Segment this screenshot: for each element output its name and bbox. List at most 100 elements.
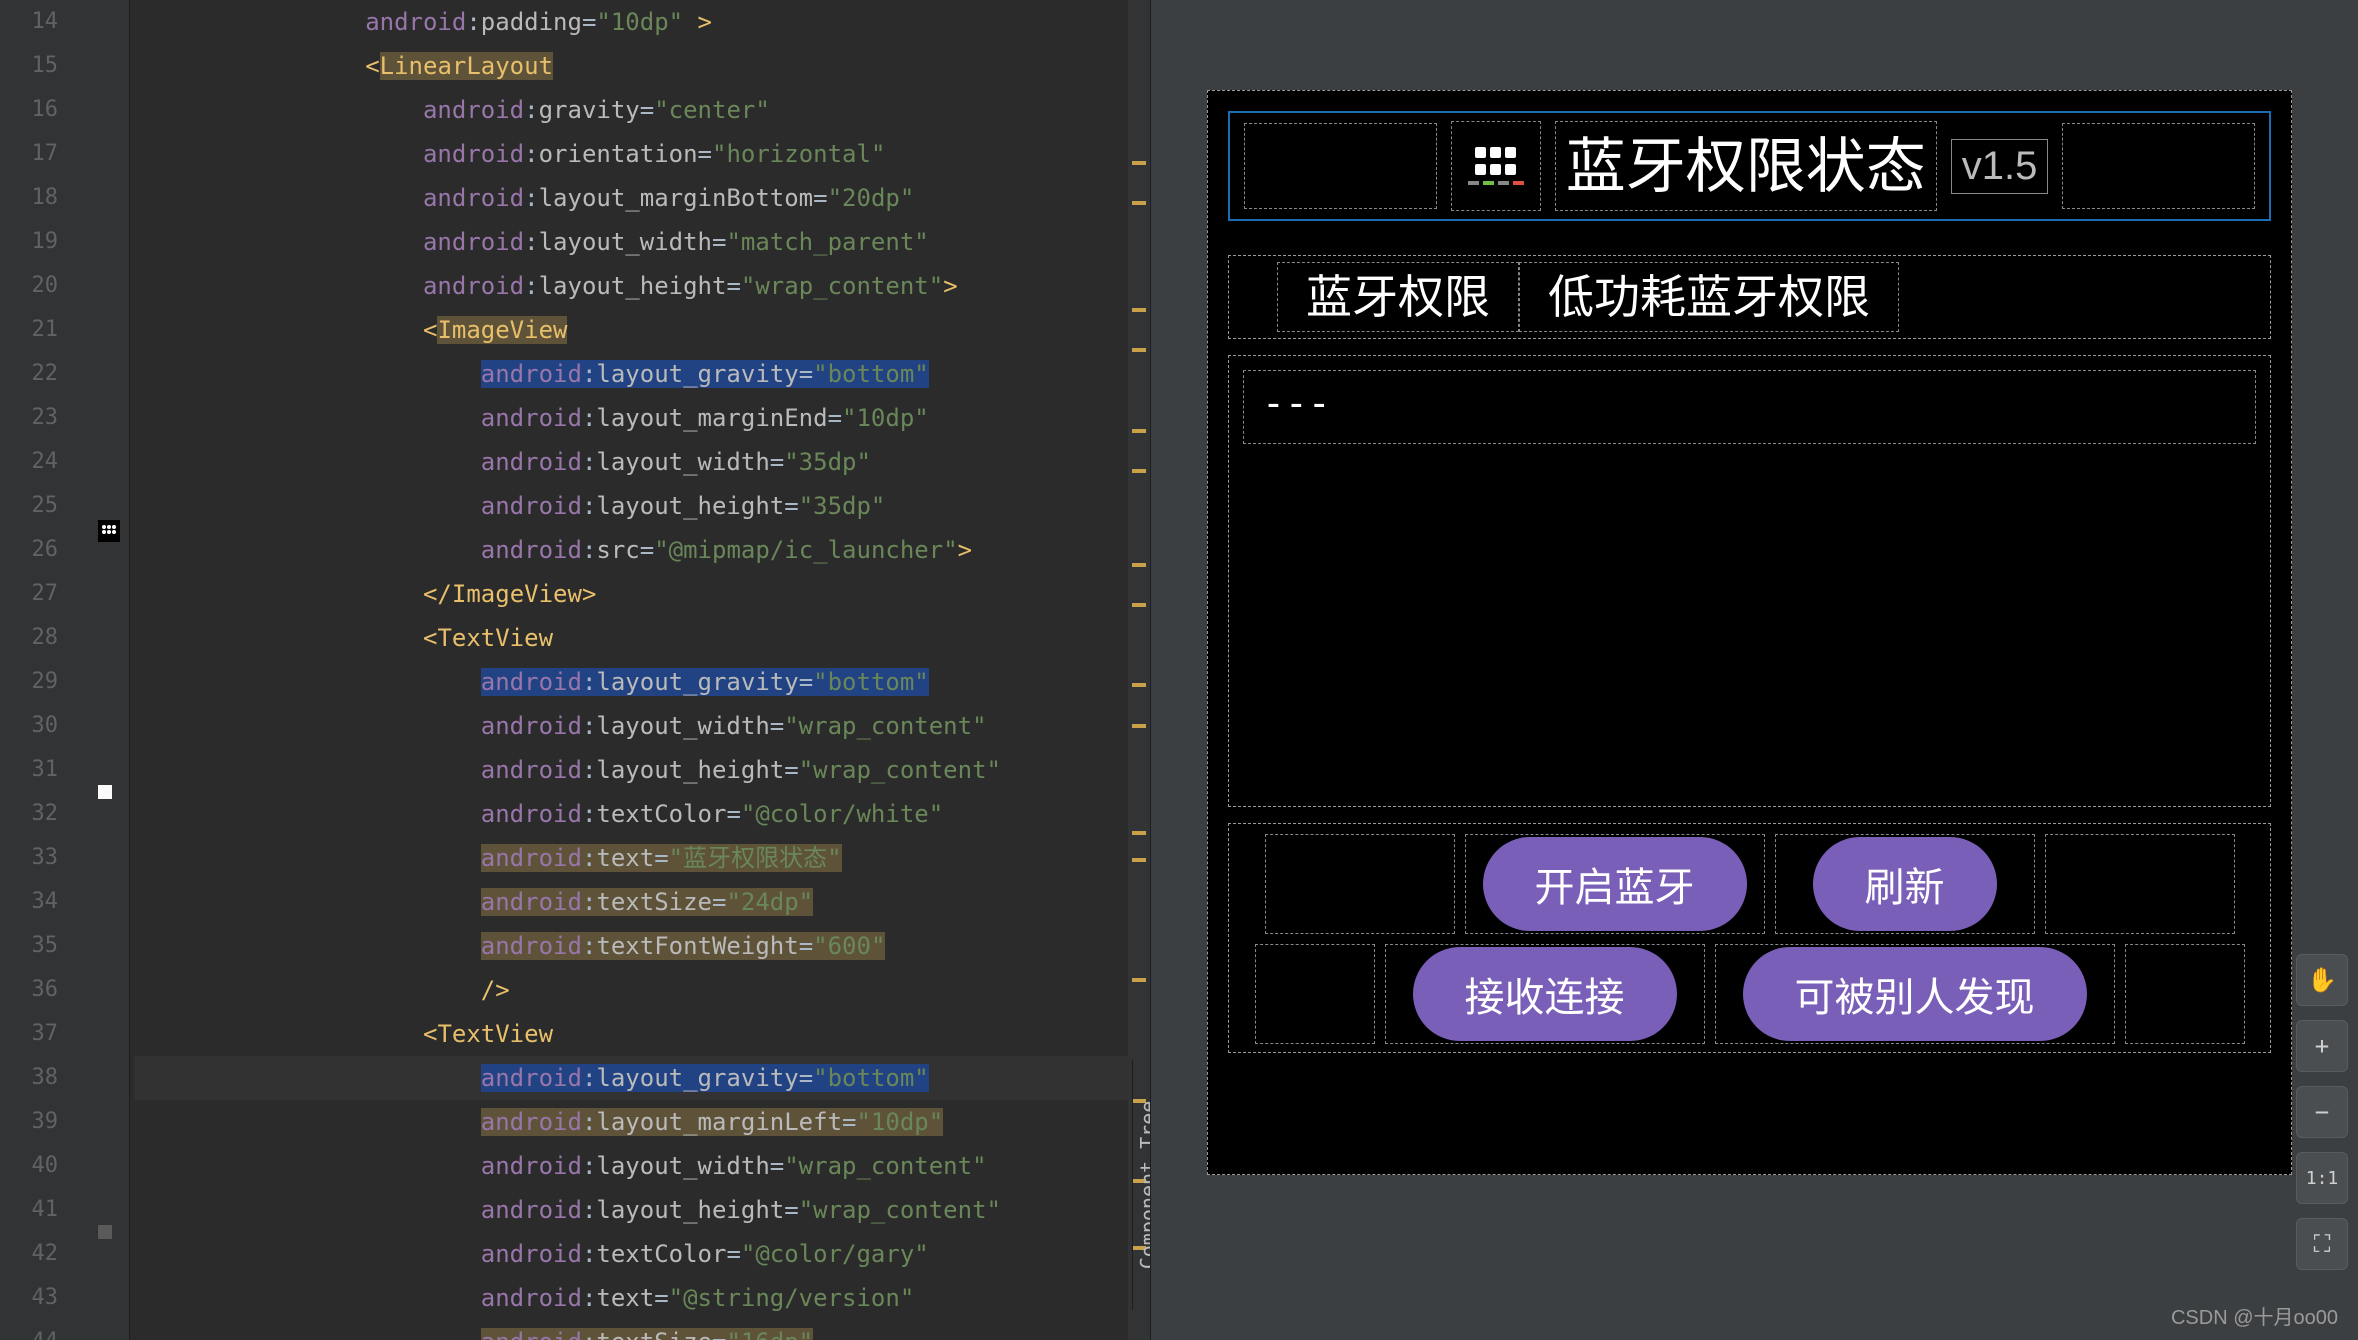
code-line[interactable]: android:layout_width="35dp" (134, 440, 1150, 484)
code-line[interactable]: android:gravity="center" (134, 88, 1150, 132)
warning-tick-icon[interactable] (1132, 858, 1146, 862)
preview-body-text: --- (1243, 370, 2256, 444)
code-line[interactable]: android:layout_height="wrap_content" (134, 748, 1150, 792)
btn-empty-cell-2 (2045, 834, 2235, 934)
code-line[interactable]: android:textColor="@color/white" (134, 792, 1150, 836)
gutter: 1415161718192021222324252627282930313233… (0, 0, 70, 1340)
code-line[interactable]: android:layout_height="35dp" (134, 484, 1150, 528)
line-number: 43 (0, 1276, 58, 1320)
refresh-button[interactable]: 刷新 (1813, 837, 1997, 931)
code-line[interactable]: android:layout_height="wrap_content" (134, 1188, 1150, 1232)
code-line[interactable]: android:padding="10dp" > (134, 0, 1150, 44)
line-number: 30 (0, 704, 58, 748)
device-frame[interactable]: 蓝牙权限状态 v1.5 蓝牙权限 低功耗蓝牙权限 --- 开启蓝牙 刷新 (1207, 90, 2292, 1175)
btn-cell-accept: 接收连接 (1385, 944, 1705, 1044)
line-number: 25 (0, 484, 58, 528)
line-number: 26 (0, 528, 58, 572)
line-number: 24 (0, 440, 58, 484)
code-line[interactable]: <TextView (134, 1012, 1150, 1056)
warning-tick-icon[interactable] (1132, 831, 1146, 835)
code-line[interactable]: android:layout_width="match_parent" (134, 220, 1150, 264)
preview-title: 蓝牙权限状态 (1555, 121, 1937, 211)
watermark: CSDN @十月oo00 (2171, 1301, 2338, 1330)
discoverable-button[interactable]: 可被别人发现 (1743, 947, 2087, 1041)
line-number: 34 (0, 880, 58, 924)
zoom-out-button[interactable]: − (2296, 1086, 2348, 1138)
code-line[interactable]: android:layout_marginEnd="10dp" (134, 396, 1150, 440)
line-number: 39 (0, 1100, 58, 1144)
line-number: 40 (0, 1144, 58, 1188)
warning-tick-icon[interactable] (1132, 429, 1146, 433)
code-line[interactable]: /> (134, 968, 1150, 1012)
warning-tick-icon[interactable] (1132, 563, 1146, 567)
code-area[interactable]: android:padding="10dp" > <LinearLayout a… (130, 0, 1150, 1340)
warning-tick-icon[interactable] (1132, 161, 1146, 165)
code-line[interactable]: android:textColor="@color/gary" (134, 1232, 1150, 1276)
code-line[interactable]: android:layout_marginLeft="10dp" (134, 1100, 1150, 1144)
warning-tick-icon[interactable] (1132, 201, 1146, 205)
line-number: 44 (0, 1320, 58, 1340)
code-line[interactable]: android:layout_height="wrap_content"> (134, 264, 1150, 308)
gary-color-swatch-icon (98, 1225, 112, 1239)
preview-button-grid: 开启蓝牙 刷新 接收连接 可被别人发现 (1228, 823, 2271, 1053)
line-number: 31 (0, 748, 58, 792)
zoom-in-button[interactable]: + (2296, 1020, 2348, 1072)
line-number: 38 (0, 1056, 58, 1100)
warning-tick-icon[interactable] (1132, 978, 1146, 982)
zoom-fit-button[interactable]: 1:1 (2296, 1152, 2348, 1204)
warning-tick-icon[interactable] (1132, 683, 1146, 687)
code-line[interactable]: android:orientation="horizontal" (134, 132, 1150, 176)
code-line[interactable]: android:layout_gravity="bottom" (134, 352, 1150, 396)
code-line[interactable]: android:text="蓝牙权限状态" (134, 836, 1150, 880)
preview-tab-row: 蓝牙权限 低功耗蓝牙权限 (1228, 255, 2271, 339)
expand-button[interactable]: ⛶ (2296, 1218, 2348, 1270)
open-bluetooth-button[interactable]: 开启蓝牙 (1483, 837, 1747, 931)
code-line[interactable]: android:layout_marginBottom="20dp" (134, 176, 1150, 220)
line-number: 28 (0, 616, 58, 660)
preview-tab-bluetooth[interactable]: 蓝牙权限 (1277, 262, 1519, 332)
preview-version: v1.5 (1951, 139, 2049, 194)
code-line[interactable]: android:src="@mipmap/ic_launcher"> (134, 528, 1150, 572)
code-line[interactable]: android:textSize="24dp" (134, 880, 1150, 924)
line-number: 14 (0, 0, 58, 44)
warning-tick-icon[interactable] (1132, 348, 1146, 352)
line-number: 17 (0, 132, 58, 176)
line-number: 32 (0, 792, 58, 836)
warning-tick-icon[interactable] (1132, 308, 1146, 312)
accept-connect-button[interactable]: 接收连接 (1413, 947, 1677, 1041)
btn-empty-cell (1265, 834, 1455, 934)
code-line[interactable]: android:textFontWeight="600" (134, 924, 1150, 968)
warning-tick-icon[interactable] (1132, 469, 1146, 473)
line-number: 20 (0, 264, 58, 308)
code-line[interactable]: android:layout_gravity="bottom" (134, 1056, 1150, 1100)
white-color-swatch-icon (98, 785, 112, 799)
code-line[interactable]: android:layout_width="wrap_content" (134, 1144, 1150, 1188)
line-number: 33 (0, 836, 58, 880)
btn-cell-discover: 可被别人发现 (1715, 944, 2115, 1044)
layout-preview-pane: 蓝牙权限状态 v1.5 蓝牙权限 低功耗蓝牙权限 --- 开启蓝牙 刷新 (1150, 0, 2358, 1340)
code-line[interactable]: android:textSize="16dp" (134, 1320, 1150, 1340)
preview-tools-rail: ✋ + − 1:1 ⛶ (2296, 954, 2348, 1270)
btn-cell-refresh: 刷新 (1775, 834, 2035, 934)
code-line[interactable]: </ImageView> (134, 572, 1150, 616)
code-line[interactable]: <TextView (134, 616, 1150, 660)
pan-tool-button[interactable]: ✋ (2296, 954, 2348, 1006)
app-logo-icon (1451, 121, 1541, 211)
line-number: 29 (0, 660, 58, 704)
code-line[interactable]: android:layout_gravity="bottom" (134, 660, 1150, 704)
preview-tab-ble[interactable]: 低功耗蓝牙权限 (1519, 262, 1899, 332)
line-number: 27 (0, 572, 58, 616)
line-number: 16 (0, 88, 58, 132)
code-line[interactable]: <ImageView (134, 308, 1150, 352)
line-number: 19 (0, 220, 58, 264)
warning-tick-icon[interactable] (1132, 603, 1146, 607)
btn-cell-open-bt: 开启蓝牙 (1465, 834, 1765, 934)
btn-empty-cell-3 (1255, 944, 1375, 1044)
line-number: 37 (0, 1012, 58, 1056)
preview-header-row[interactable]: 蓝牙权限状态 v1.5 (1228, 111, 2271, 221)
code-line[interactable]: android:text="@string/version" (134, 1276, 1150, 1320)
code-editor[interactable]: 1415161718192021222324252627282930313233… (0, 0, 1150, 1340)
warning-tick-icon[interactable] (1132, 724, 1146, 728)
code-line[interactable]: android:layout_width="wrap_content" (134, 704, 1150, 748)
code-line[interactable]: <LinearLayout (134, 44, 1150, 88)
